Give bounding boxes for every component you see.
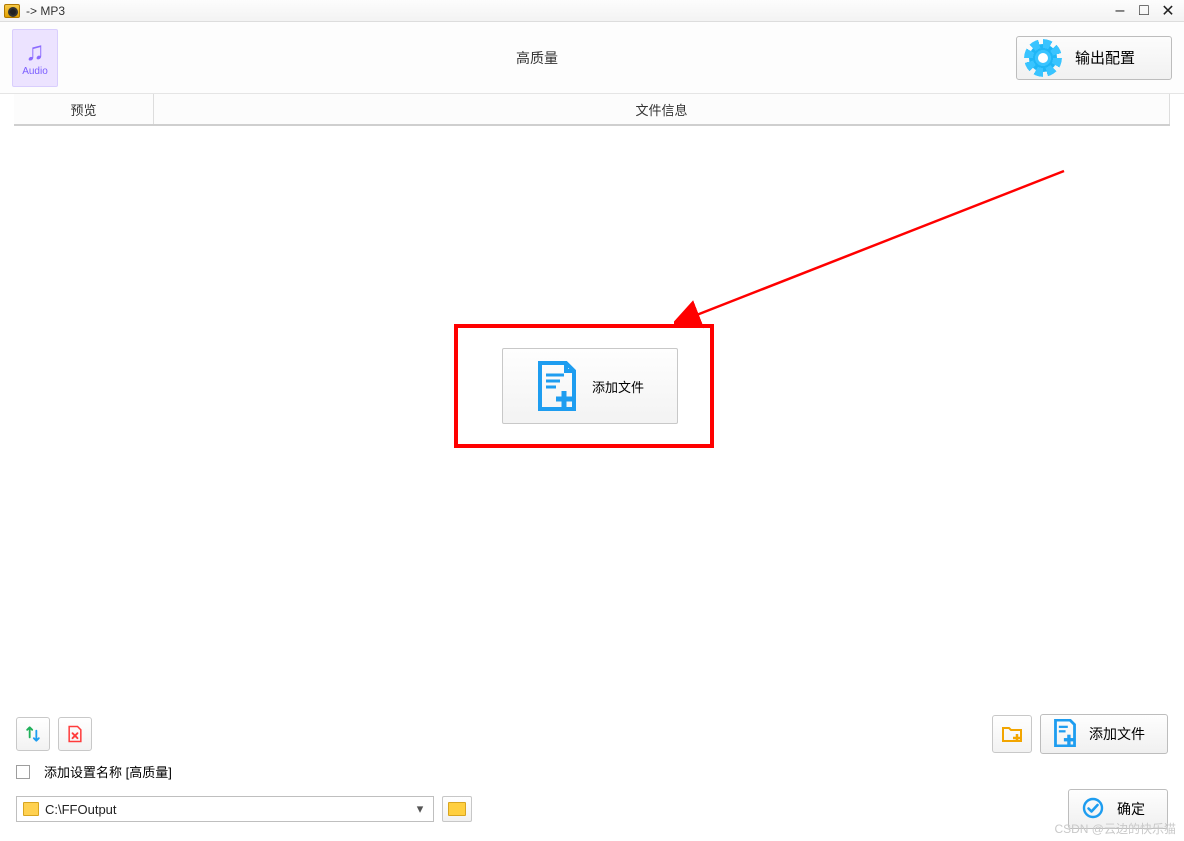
music-note-icon: ♫ bbox=[25, 38, 45, 64]
checkbox-icon bbox=[16, 765, 30, 779]
maximize-button[interactable]: □ bbox=[1132, 1, 1156, 21]
app-icon bbox=[4, 4, 20, 18]
arrows-up-down-icon bbox=[23, 724, 43, 744]
quality-label: 高质量 bbox=[58, 48, 1016, 68]
tab-preview[interactable]: 预览 bbox=[14, 94, 154, 124]
folder-small-icon bbox=[23, 802, 39, 816]
add-folder-button[interactable] bbox=[992, 715, 1032, 753]
format-label: Audio bbox=[22, 66, 48, 77]
document-plus-small-icon bbox=[1053, 719, 1077, 750]
add-file-label: 添加文件 bbox=[1089, 724, 1145, 744]
folder-icon bbox=[448, 802, 466, 816]
add-setting-name-checkbox-row[interactable]: 添加设置名称 [高质量] bbox=[16, 762, 1168, 781]
folder-plus-icon bbox=[1000, 722, 1024, 746]
annotation-arrow bbox=[674, 166, 1074, 366]
window-title: -> MP3 bbox=[26, 4, 65, 18]
file-list-area: 添加文件 bbox=[14, 126, 1170, 666]
confirm-button[interactable]: 确定 bbox=[1068, 789, 1168, 829]
confirm-label: 确定 bbox=[1117, 799, 1145, 819]
bottom-panel: 添加文件 添加设置名称 [高质量] C:\FFOutput ▾ 确定 bbox=[0, 696, 1184, 841]
window-titlebar: -> MP3 – □ ✕ bbox=[0, 0, 1184, 22]
add-file-button[interactable]: 添加文件 bbox=[1040, 714, 1168, 754]
check-circle-icon bbox=[1081, 796, 1105, 823]
output-config-label: 输出配置 bbox=[1075, 47, 1135, 68]
close-button[interactable]: ✕ bbox=[1156, 1, 1180, 21]
tab-file-info[interactable]: 文件信息 bbox=[154, 94, 1170, 124]
chevron-down-icon[interactable]: ▾ bbox=[411, 801, 429, 817]
move-up-down-button[interactable] bbox=[16, 717, 50, 751]
document-plus-icon bbox=[536, 361, 578, 411]
output-config-button[interactable]: 输出配置 bbox=[1016, 36, 1172, 80]
add-file-center-button[interactable]: 添加文件 bbox=[502, 348, 678, 424]
output-format-badge[interactable]: ♫ Audio bbox=[12, 29, 58, 87]
minimize-button[interactable]: – bbox=[1108, 1, 1132, 21]
add-setting-name-label: 添加设置名称 [高质量] bbox=[44, 762, 172, 781]
gear-icon bbox=[1029, 44, 1057, 72]
document-remove-icon bbox=[65, 724, 85, 744]
output-path-value: C:\FFOutput bbox=[45, 802, 411, 817]
add-file-center-label: 添加文件 bbox=[592, 377, 644, 396]
tab-header: 预览 文件信息 bbox=[14, 94, 1170, 126]
output-path-combo[interactable]: C:\FFOutput ▾ bbox=[16, 796, 434, 822]
remove-file-button[interactable] bbox=[58, 717, 92, 751]
top-toolbar: ♫ Audio 高质量 输出配置 bbox=[0, 22, 1184, 94]
browse-output-folder-button[interactable] bbox=[442, 796, 472, 822]
